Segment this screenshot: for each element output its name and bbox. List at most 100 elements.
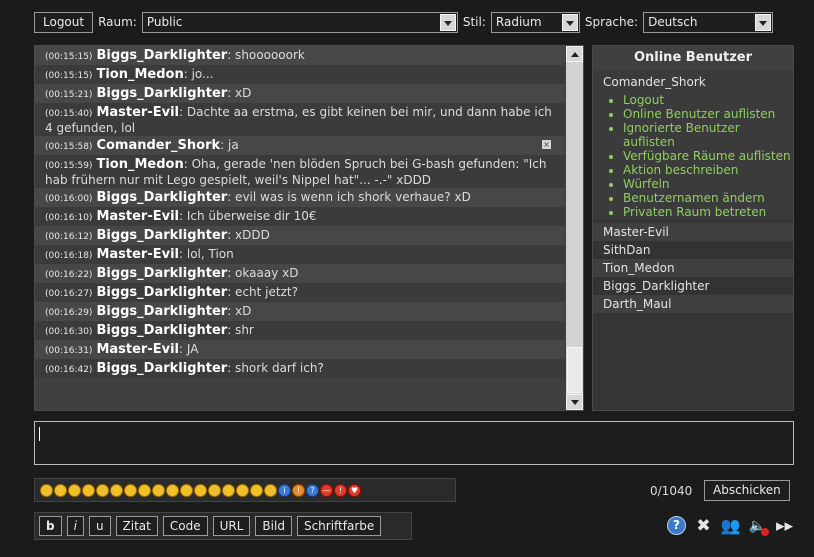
warning-icon[interactable]: ! [334, 483, 347, 497]
heart-icon[interactable]: ♥ [348, 483, 361, 497]
shocked-icon[interactable] [222, 483, 235, 497]
chat-log[interactable]: (00:15:15) Biggs_Darklighter: shoooooork(… [34, 45, 584, 411]
user-menu-item[interactable]: Ignorierte Benutzer auflisten [623, 121, 793, 149]
message-username[interactable]: Biggs_Darklighter [96, 304, 227, 319]
chat-message: (00:15:59) Tion_Medon: Oha, gerade 'nen b… [35, 155, 565, 188]
user-menu-item[interactable]: Online Benutzer auflisten [623, 107, 793, 121]
underline-button[interactable]: u [88, 516, 111, 536]
send-button[interactable]: Abschicken [704, 480, 790, 501]
neutral-icon[interactable] [110, 483, 123, 497]
style-select[interactable]: Radium [490, 11, 580, 33]
chat-message: (00:15:40) Master-Evil: Dachte aa erstma,… [35, 103, 565, 136]
surprised-icon[interactable] [124, 483, 137, 497]
idea-icon[interactable]: i [278, 483, 291, 497]
char-counter: 0/1040 [650, 484, 693, 498]
online-user[interactable]: SithDan [593, 241, 793, 259]
tool-icons: ? ✖ 👥 🔈 ▸▸ [666, 515, 795, 536]
stop-icon[interactable]: — [320, 483, 333, 497]
message-username[interactable]: Biggs_Darklighter [96, 228, 227, 243]
delete-message-icon[interactable]: × [542, 140, 551, 149]
expand-icon[interactable]: ▸▸ [774, 515, 795, 536]
online-user[interactable]: Tion_Medon [593, 259, 793, 277]
message-time: (00:16:22) [45, 270, 93, 280]
chat-message: (00:16:22) Biggs_Darklighter: okaaay xD [35, 264, 565, 283]
blush-icon[interactable] [138, 483, 151, 497]
chat-scrollbar[interactable] [566, 46, 583, 410]
style-select-value: Radium [495, 14, 542, 29]
language-label: Sprache: [584, 15, 639, 29]
logout-button[interactable]: Logout [34, 11, 94, 33]
online-user[interactable]: Biggs_Darklighter [593, 277, 793, 295]
sad-icon[interactable] [54, 483, 67, 497]
room-select[interactable]: Public [141, 11, 458, 33]
chat-message: (00:16:10) Master-Evil: Ich überweise dir… [35, 207, 565, 226]
code-button[interactable]: Code [162, 516, 208, 536]
message-text: : xD [227, 304, 252, 318]
message-username[interactable]: Biggs_Darklighter [96, 285, 227, 300]
chat-message: (00:16:29) Biggs_Darklighter: xD [35, 302, 565, 321]
message-text: : shoooooork [227, 48, 305, 62]
message-username[interactable]: Biggs_Darklighter [96, 86, 227, 101]
self-username[interactable]: Comander_Shork [593, 73, 793, 91]
scroll-up-icon[interactable] [566, 46, 583, 62]
chevron-down-icon [755, 13, 772, 31]
italic-button[interactable]: i [66, 516, 84, 536]
exclamation-icon[interactable]: ! [292, 483, 305, 497]
message-username[interactable]: Biggs_Darklighter [96, 190, 227, 205]
confused-icon[interactable] [166, 483, 179, 497]
happy-icon[interactable] [236, 483, 249, 497]
smile-icon[interactable] [40, 483, 53, 497]
url-button[interactable]: URL [212, 516, 251, 536]
user-menu-item[interactable]: Verfügbare Räume auflisten [623, 149, 793, 163]
cool-icon[interactable] [152, 483, 165, 497]
message-username[interactable]: Master-Evil [96, 247, 179, 262]
online-user[interactable]: Darth_Maul [593, 295, 793, 313]
message-time: (00:15:21) [45, 90, 93, 100]
scroll-down-icon[interactable] [566, 394, 583, 410]
text-caret [39, 427, 40, 441]
message-username[interactable]: Tion_Medon [96, 67, 183, 82]
user-menu-item[interactable]: Benutzernamen ändern [623, 191, 793, 205]
question-icon[interactable]: ? [306, 483, 319, 497]
chevron-down-icon [439, 13, 456, 31]
message-input[interactable] [34, 421, 794, 465]
message-time: (00:16:31) [45, 346, 93, 356]
user-menu-item[interactable]: Aktion beschreiben [623, 163, 793, 177]
settings-icon[interactable]: ✖ [693, 515, 714, 536]
font-color-button[interactable]: Schriftfarbe [296, 516, 382, 536]
message-username[interactable]: Master-Evil [96, 209, 179, 224]
style-label: Stil: [462, 15, 486, 29]
grin-icon[interactable] [96, 483, 109, 497]
online-users-icon[interactable]: 👥 [720, 515, 741, 536]
help-icon[interactable]: ? [666, 515, 687, 536]
message-text: : lol, Tion [179, 247, 234, 261]
sunglasses-icon[interactable] [180, 483, 193, 497]
image-button[interactable]: Bild [255, 516, 292, 536]
laugh-icon[interactable] [194, 483, 207, 497]
user-menu-item[interactable]: Würfeln [623, 177, 793, 191]
online-user[interactable]: Master-Evil [593, 223, 793, 241]
quote-button[interactable]: Zitat [115, 516, 158, 536]
bold-button[interactable]: b [39, 516, 62, 536]
message-username[interactable]: Comander_Shork [96, 138, 220, 153]
sound-off-icon[interactable]: 🔈 [747, 515, 770, 536]
wink-icon[interactable] [68, 483, 81, 497]
cry-icon[interactable] [208, 483, 221, 497]
message-username[interactable]: Biggs_Darklighter [96, 48, 227, 63]
message-username[interactable]: Biggs_Darklighter [96, 361, 227, 376]
user-menu-item[interactable]: Privaten Raum betreten [623, 205, 793, 219]
room-label: Raum: [98, 15, 137, 29]
devil-icon[interactable] [250, 483, 263, 497]
message-text: : echt jetzt? [227, 285, 298, 299]
language-select[interactable]: Deutsch [643, 11, 774, 33]
message-username[interactable]: Biggs_Darklighter [96, 266, 227, 281]
alien-icon[interactable] [264, 483, 277, 497]
user-menu-item[interactable]: Logout [623, 93, 793, 107]
message-username[interactable]: Master-Evil [96, 105, 179, 120]
tongue-icon[interactable] [82, 483, 95, 497]
message-username[interactable]: Biggs_Darklighter [96, 323, 227, 338]
message-username[interactable]: Master-Evil [96, 342, 179, 357]
message-username[interactable]: Tion_Medon [96, 157, 183, 172]
message-text: : Ich überweise dir 10€ [179, 209, 317, 223]
scroll-thumb[interactable] [567, 347, 582, 393]
